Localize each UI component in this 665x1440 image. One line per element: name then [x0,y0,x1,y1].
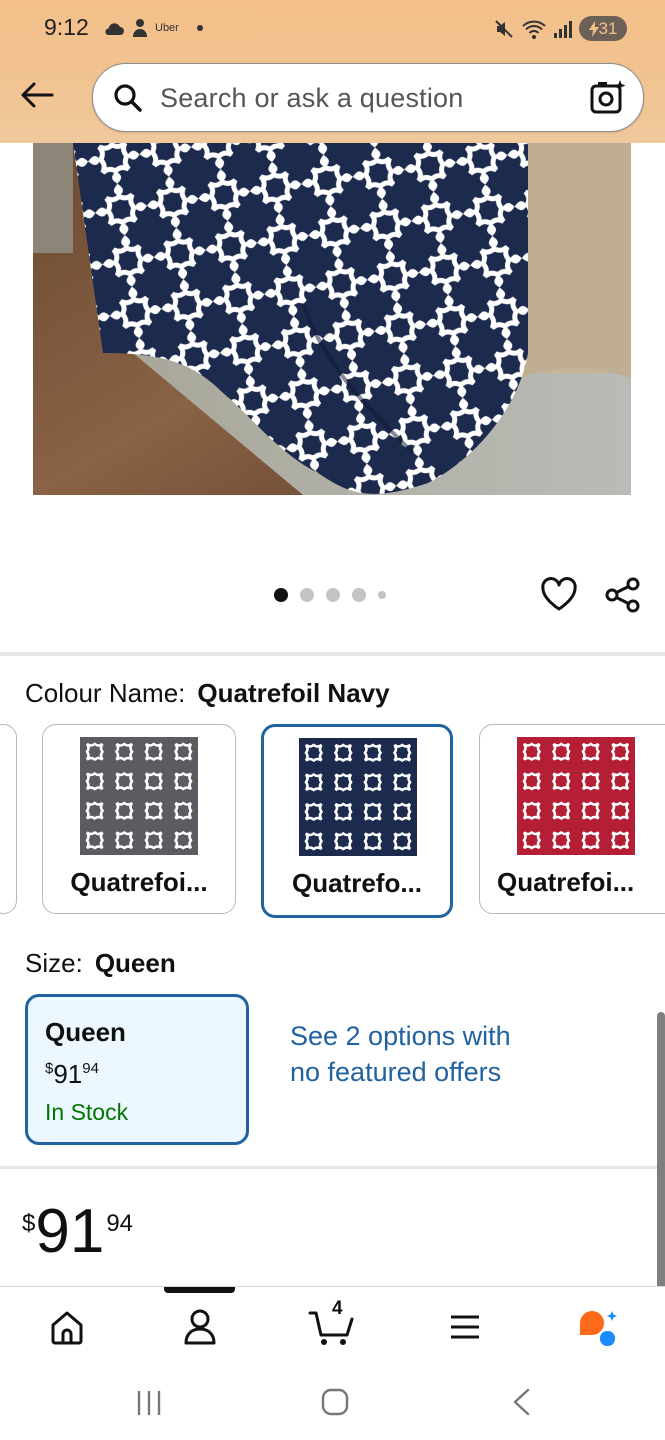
system-navigation-bar [0,1366,665,1440]
nav-menu[interactable] [443,1305,487,1349]
search-bar[interactable]: Search or ask a question [92,63,644,132]
wishlist-button[interactable] [540,576,578,614]
carousel-dot[interactable] [378,591,386,599]
swatch-name: Quatrefo... [291,868,422,898]
home-icon [51,1311,83,1345]
nav-rufus[interactable] [576,1305,620,1349]
section-divider [0,1166,665,1169]
rufus-icon [580,1311,617,1346]
size-option-price: $9194 [45,1059,99,1090]
search-input[interactable]: Search or ask a question [160,83,463,114]
uber-label: Uber [155,22,179,34]
swatch-pattern-grey [80,737,198,855]
colour-swatch-red[interactable]: Quatrefoi... [479,724,665,914]
menu-icon [451,1315,479,1339]
carousel-dot[interactable] [326,588,340,602]
colour-label: Colour Name: Quatrefoil Navy [25,678,390,709]
signal-icon [554,20,572,38]
section-divider [0,652,665,656]
system-status-icons: 31 [493,16,627,41]
scrollbar[interactable] [657,1012,665,1312]
swatch-pattern-red [517,737,635,855]
colour-swatch-grey[interactable]: Quatrefoi... [42,724,236,914]
share-icon [605,577,640,613]
mute-icon [495,19,513,38]
stock-status: In Stock [45,1099,129,1125]
colour-swatch-navy[interactable]: Quatrefo... [261,724,453,918]
size-option-queen[interactable]: Queen $9194 In Stock [25,994,249,1145]
product-image[interactable] [33,143,631,495]
price-whole: 91 [53,1059,83,1089]
share-button[interactable] [604,576,642,614]
back-button[interactable] [18,78,56,112]
battery-indicator: 31 [579,16,627,41]
back-arrow-icon [21,82,54,108]
wifi-icon [522,20,546,39]
colour-value: Quatrefoil Navy [197,678,390,708]
cloud-icon [105,23,124,35]
status-bar: 9:12 Uber 31 [0,0,665,60]
carousel-dot[interactable] [352,588,366,602]
product-photo [33,143,631,495]
colour-label-text: Colour Name: [25,678,186,708]
see-options-link[interactable]: See 2 options with no featured offers [290,1018,540,1090]
size-label-text: Size: [25,948,83,978]
size-label: Size: Queen [25,948,176,979]
nav-home[interactable] [45,1305,89,1349]
charging-icon [588,20,599,37]
uber-notification-icon [133,19,147,37]
swatch-name: Quatrefoi... [497,867,635,897]
size-option-name: Queen [45,1017,126,1047]
colour-swatch-partial[interactable] [0,724,17,914]
price-fraction: 94 [82,1060,99,1077]
account-icon [184,1309,216,1345]
carousel-dot[interactable] [274,588,288,602]
image-carousel-indicator[interactable] [274,588,386,602]
price-fraction: 94 [106,1210,134,1237]
price-whole: 91 [35,1197,105,1266]
swatch-pattern-navy [299,738,417,856]
camera-lens-icon[interactable] [589,78,627,116]
battery-level: 31 [598,18,618,38]
app-header: 9:12 Uber 31 Search or ask a question [0,0,665,143]
more-notifications-dot [196,25,203,31]
status-time: 9:12 [44,14,89,40]
carousel-dot[interactable] [300,588,314,602]
notification-icons: Uber [103,18,203,38]
heart-icon [541,577,577,611]
active-tab-indicator [164,1287,235,1293]
swatch-name: Quatrefoi... [70,867,208,897]
nav-account[interactable] [178,1305,222,1349]
product-price: $ 91 94 [22,1200,133,1264]
search-icon [114,84,142,112]
cart-count-badge: 4 [332,1298,343,1319]
price-symbol: $ [22,1210,36,1237]
home-system-icon[interactable] [320,1387,350,1417]
size-value: Queen [94,948,176,978]
recent-apps-icon[interactable] [135,1388,163,1418]
back-system-icon[interactable] [508,1387,534,1417]
